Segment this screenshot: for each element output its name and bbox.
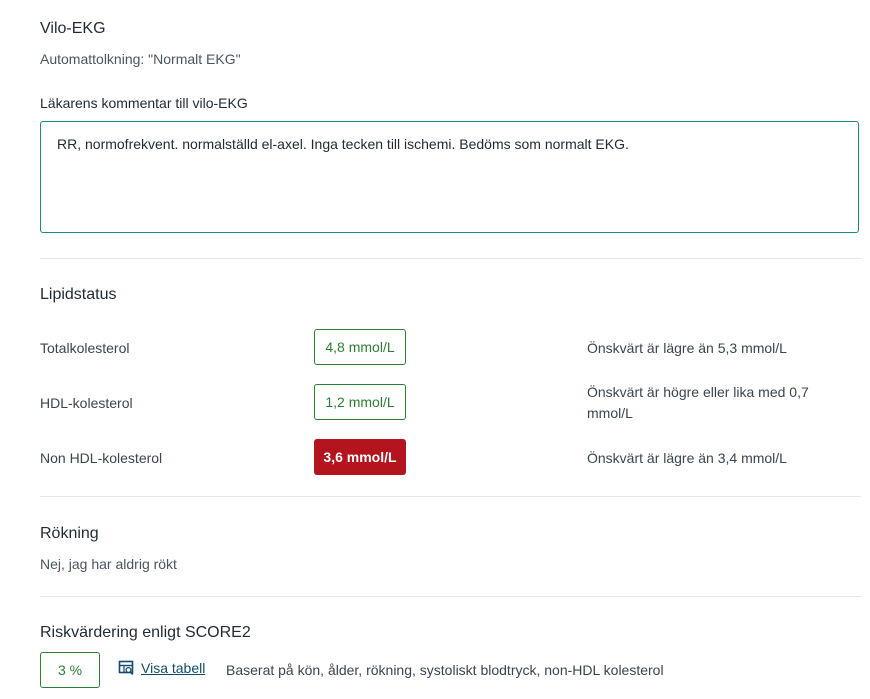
lipid-value-badge: 1,2 mmol/L xyxy=(314,384,406,420)
lipid-title: Lipidstatus xyxy=(40,286,117,303)
divider xyxy=(40,258,861,259)
lipid-row-label: Totalkolesterol xyxy=(40,340,130,356)
lipid-row-label: HDL-kolesterol xyxy=(40,395,133,411)
ekg-comment-field[interactable]: RR, normofrekvent. normalställd el-axel.… xyxy=(40,121,859,233)
score-description: Baserat på kön, ålder, rökning, systolis… xyxy=(226,662,664,678)
ekg-comment-label: Läkarens kommentar till vilo-EKG xyxy=(40,95,248,111)
show-table-label[interactable]: Visa tabell xyxy=(141,660,205,676)
lipid-value-badge: 4,8 mmol/L xyxy=(314,329,406,365)
smoking-value: Nej, jag har aldrig rökt xyxy=(40,556,177,572)
table-icon xyxy=(118,660,134,676)
smoking-title: Rökning xyxy=(40,525,99,542)
divider xyxy=(40,596,861,597)
lipid-reference: Önskvärt är lägre än 5,3 mmol/L xyxy=(587,340,787,356)
results-page: Vilo-EKG Automattolkning: "Normalt EKG" … xyxy=(0,0,870,699)
lipid-reference: Önskvärt är högre eller lika med 0,7 mmo… xyxy=(587,384,809,421)
show-table-link[interactable]: Visa tabell xyxy=(118,660,205,676)
ekg-title: Vilo-EKG xyxy=(40,20,106,37)
ekg-auto-interpretation: Automattolkning: "Normalt EKG" xyxy=(40,51,241,67)
score-badge: 3 % xyxy=(40,652,100,688)
lipid-reference: Önskvärt är lägre än 3,4 mmol/L xyxy=(587,450,787,466)
risk-title: Riskvärdering enligt SCORE2 xyxy=(40,624,251,641)
divider xyxy=(40,496,861,497)
lipid-value-badge-alert: 3,6 mmol/L xyxy=(314,439,406,475)
lipid-row-label: Non HDL-kolesterol xyxy=(40,450,163,466)
